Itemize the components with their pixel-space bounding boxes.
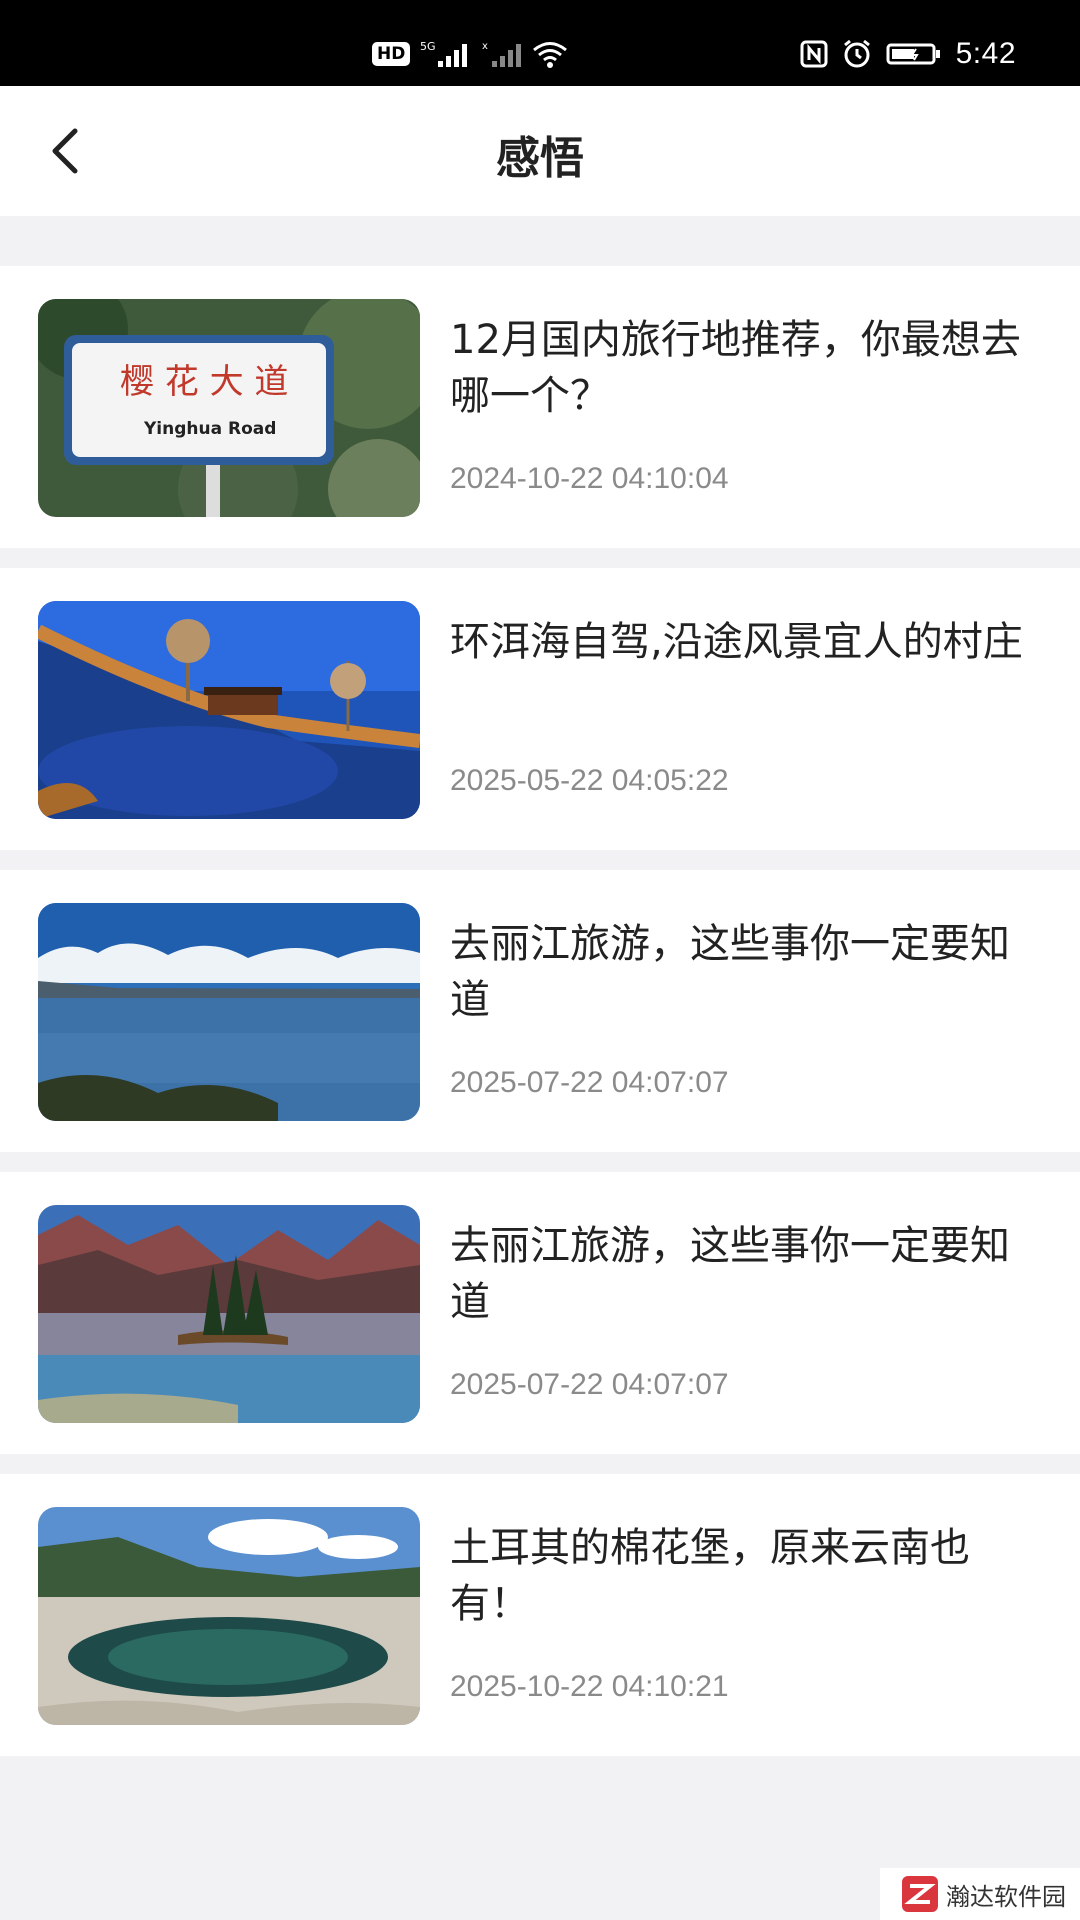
article-card[interactable]: 去丽江旅游，这些事你一定要知道 2025-07-22 04:07:07 [0,870,1080,1152]
svg-text:x: x [482,41,488,52]
hd-icon: HD [372,42,411,66]
article-title: 环洱海自驾,沿途风景宜人的村庄 [450,619,1023,665]
page-title: 感悟 [496,133,584,184]
article-list: 樱 花 大 道 Yinghua Road 12月国内旅行地推荐，你最想去哪一个？… [0,266,1080,1776]
article-thumbnail [38,1205,420,1423]
article-card[interactable]: 樱 花 大 道 Yinghua Road 12月国内旅行地推荐，你最想去哪一个？… [0,266,1080,548]
article-card[interactable]: 土耳其的棉花堡，原来云南也有！ 2025-10-22 04:10:21 [0,1474,1080,1756]
nfc-icon [800,40,828,68]
blue-lake-image [38,903,420,1121]
status-left: HD 5G x [372,34,568,74]
top-bar: 感悟 [0,86,1080,216]
signal-icon: x [482,41,522,67]
watermark: 瀚达软件园 [880,1868,1080,1920]
svg-text:5G: 5G [420,40,436,53]
alarm-icon [843,39,870,68]
article-title: 去丽江旅游，这些事你一定要知道 [450,921,1010,1023]
limestone-pools-image [38,1507,420,1725]
clock: 5:42 [955,37,1016,70]
cherry-blossom-sign-image: 樱 花 大 道 Yinghua Road [38,299,420,517]
article-date: 2025-05-22 04:05:22 [450,764,729,797]
watermark-text: 瀚达软件园 [946,1882,1066,1911]
svg-text:Yinghua Road: Yinghua Road [143,419,276,439]
article-card[interactable]: 去丽江旅游，这些事你一定要知道 2025-07-22 04:07:07 [0,1172,1080,1454]
wifi-icon [533,42,568,68]
lakeside-village-image [38,601,420,819]
mountain-lake-image [38,1205,420,1423]
article-date: 2025-10-22 04:10:21 [450,1670,729,1703]
article-date: 2025-07-22 04:07:07 [450,1368,729,1401]
signal-5g-icon: 5G [420,40,468,67]
status-bar: HD 5G x 5:42 [0,0,1080,86]
svg-text:樱 花 大 道: 樱 花 大 道 [120,362,288,402]
status-right: 5:42 [800,34,1016,74]
article-title: 去丽江旅游，这些事你一定要知道 [450,1223,1010,1325]
article-date: 2024-10-22 04:10:04 [450,462,729,495]
article-card[interactable]: 环洱海自驾,沿途风景宜人的村庄 2025-05-22 04:05:22 [0,568,1080,850]
article-thumbnail: 樱 花 大 道 Yinghua Road [38,299,420,517]
article-title: 12月国内旅行地推荐，你最想去哪一个？ [450,317,1021,419]
watermark-logo-icon [902,1876,938,1912]
battery-icon [886,43,940,65]
article-date: 2025-07-22 04:07:07 [450,1066,729,1099]
article-thumbnail [38,903,420,1121]
article-title: 土耳其的棉花堡，原来云南也有！ [450,1525,970,1627]
article-thumbnail [38,1507,420,1725]
article-thumbnail [38,601,420,819]
